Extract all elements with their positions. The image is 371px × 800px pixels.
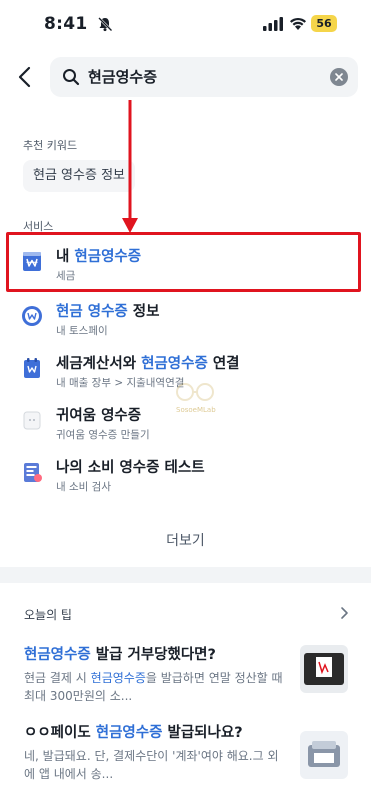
service-item-cash-receipt-info[interactable]: 현금 영수증 정보 내 토스페이 [0,298,371,346]
chevron-right-icon[interactable] [339,606,349,620]
tips-section-label: 오늘의 팁 [24,608,72,622]
service-category: 내 소비 검사 [56,481,111,493]
tip-description: 현금 결제 시 현금영수증을 발급하면 연말 정산할 때 최대 300만원의 소… [24,671,283,703]
service-item-spending-receipt-test[interactable]: 나의 소비 영수증 테스트 내 소비 검사 [0,454,371,502]
more-button[interactable]: 더보기 [0,528,371,554]
tip-item[interactable]: ㅇㅇ페이도 현금영수증 발급되나요? 네, 발급돼요. 단, 결제수단이 '계좌… [0,723,371,793]
service-title: 세금계산서와 현금영수증 연결 [56,356,240,372]
watermark-text: SosoeMLab [176,406,216,414]
service-title: 현금 영수증 정보 [56,304,160,320]
service-category: 내 매출 장부 > 지출내역연결 [56,377,185,389]
tip-thumbnail [300,731,348,779]
receipt-test-icon [24,463,42,482]
tip-thumbnail [300,645,348,693]
service-title: 나의 소비 영수증 테스트 [56,460,205,476]
tip-description: 네, 발급돼요. 단, 결제수단이 '계좌'여야 해요.그 외에 앱 내에서 송… [24,749,279,781]
service-category: 내 토스페이 [56,325,108,337]
document-won-icon [24,358,40,378]
service-category: 귀여움 영수증 만들기 [56,429,150,441]
service-title: 귀여움 영수증 [56,408,142,424]
annotation-arrow [122,100,138,233]
section-divider [0,567,371,583]
cute-receipt-icon [23,411,41,430]
won-coin-icon [22,306,42,326]
tip-title: 현금영수증 발급 거부당했다면? [24,647,216,663]
tip-item[interactable]: 현금영수증 발급 거부당했다면? 현금 결제 시 현금영수증을 발급하면 연말 … [0,645,371,715]
tip-title: ㅇㅇ페이도 현금영수증 발급되나요? [24,725,243,741]
